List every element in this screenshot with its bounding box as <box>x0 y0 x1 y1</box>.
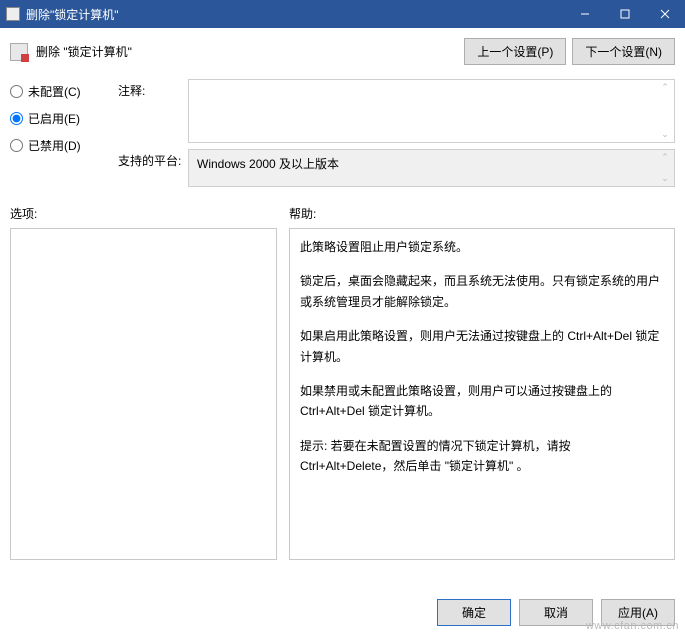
maximize-button[interactable] <box>605 0 645 28</box>
options-label: 选项: <box>10 205 277 222</box>
next-setting-button[interactable]: 下一个设置(N) <box>572 38 675 65</box>
scroll-arrow-icon: ⌃⌄ <box>658 152 672 184</box>
help-label: 帮助: <box>289 205 675 222</box>
help-panel[interactable]: 此策略设置阻止用户锁定系统。 锁定后，桌面会隐藏起来，而且系统无法使用。只有锁定… <box>289 228 675 560</box>
scroll-arrow-icon: ⌃⌄ <box>658 82 672 140</box>
titlebar: 删除"锁定计算机" <box>0 0 685 28</box>
cancel-button[interactable]: 取消 <box>519 599 593 626</box>
previous-setting-button[interactable]: 上一个设置(P) <box>464 38 566 65</box>
ok-button[interactable]: 确定 <box>437 599 511 626</box>
policy-name: 删除 "锁定计算机" <box>36 43 132 60</box>
minimize-button[interactable] <box>565 0 605 28</box>
app-icon <box>6 7 20 21</box>
policy-icon <box>10 43 28 61</box>
options-panel <box>10 228 277 560</box>
help-text: 提示: 若要在未配置设置的情况下锁定计算机，请按 Ctrl+Alt+Delete… <box>300 436 664 477</box>
help-text: 锁定后，桌面会隐藏起来，而且系统无法使用。只有锁定系统的用户或系统管理员才能解除… <box>300 271 664 312</box>
apply-button[interactable]: 应用(A) <box>601 599 675 626</box>
close-button[interactable] <box>645 0 685 28</box>
comment-textarea[interactable]: ⌃⌄ <box>188 79 675 143</box>
supported-on-value: Windows 2000 及以上版本 ⌃⌄ <box>188 149 675 187</box>
radio-not-configured-label[interactable]: 未配置(C) <box>28 83 81 100</box>
radio-not-configured[interactable] <box>10 85 23 98</box>
radio-enabled-label[interactable]: 已启用(E) <box>28 110 80 127</box>
help-text: 如果禁用或未配置此策略设置，则用户可以通过按键盘上的 Ctrl+Alt+Del … <box>300 381 664 422</box>
radio-disabled-label[interactable]: 已禁用(D) <box>28 137 81 154</box>
comment-label: 注释: <box>118 79 184 99</box>
help-text: 如果启用此策略设置，则用户无法通过按键盘上的 Ctrl+Alt+Del 锁定计算… <box>300 326 664 367</box>
radio-disabled[interactable] <box>10 139 23 152</box>
window-title: 删除"锁定计算机" <box>26 6 119 23</box>
supported-on-text: Windows 2000 及以上版本 <box>197 157 339 171</box>
radio-enabled[interactable] <box>10 112 23 125</box>
help-text: 此策略设置阻止用户锁定系统。 <box>300 237 664 257</box>
supported-on-label: 支持的平台: <box>118 149 184 169</box>
